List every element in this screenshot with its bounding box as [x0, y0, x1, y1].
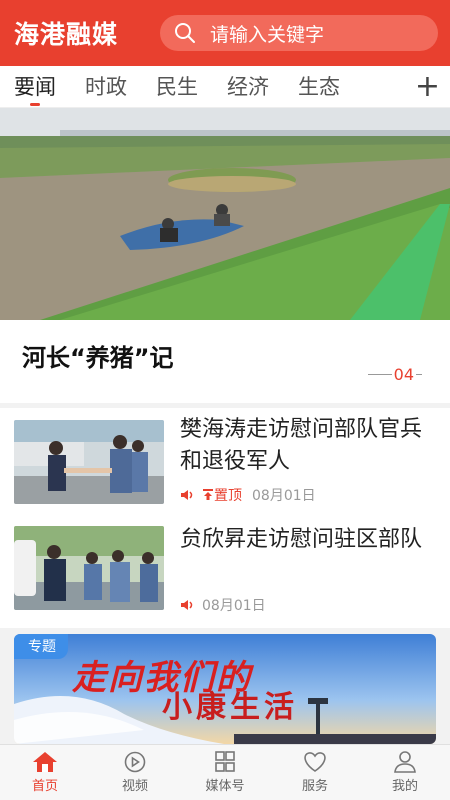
tab-headlines[interactable]: 要闻: [14, 66, 56, 108]
nav-media[interactable]: 媒体号: [180, 745, 270, 800]
pin-arrow-icon: [203, 489, 213, 500]
news-item[interactable]: 樊海涛走访慰问部队官兵和退役军人 置顶 08月01日: [0, 408, 450, 518]
tab-ecology[interactable]: 生态: [298, 66, 340, 108]
tab-livelihood[interactable]: 民生: [156, 66, 198, 108]
nav-home[interactable]: 首页: [0, 745, 90, 800]
user-icon: [394, 751, 416, 773]
speaker-icon[interactable]: [180, 489, 194, 501]
news-title: 贠欣昇走访慰问驻区部队: [180, 527, 423, 552]
nav-media-label: 媒体号: [205, 779, 245, 794]
nav-home-label: 首页: [31, 779, 58, 794]
news-item[interactable]: 贠欣昇走访慰问驻区部队 08月01日: [0, 518, 450, 628]
grid-icon: [215, 751, 235, 772]
search-placeholder: 请输入关键字: [210, 23, 325, 46]
hero-page-indicator: 04: [368, 365, 422, 384]
topic-banner[interactable]: 专题 走向我们的 小康生活: [14, 634, 436, 744]
pinned-badge: 置顶: [202, 485, 242, 505]
heart-icon: [304, 752, 326, 772]
news-title: 樊海涛走访慰问部队官兵和退役军人: [180, 417, 423, 474]
nav-profile-label: 我的: [391, 779, 418, 794]
app-header: 海港融媒 请输入关键字: [0, 0, 450, 66]
hero-caption[interactable]: 河长“养猪”记 04: [0, 320, 450, 403]
channel-tabs: 要闻 时政 民生 经济 生态 +: [0, 66, 450, 108]
tab-economy[interactable]: 经济: [227, 66, 269, 108]
news-meta: 置顶 08月01日: [180, 485, 316, 505]
news-meta: 08月01日: [180, 595, 266, 615]
news-thumbnail: [14, 420, 164, 504]
hero-image[interactable]: [0, 108, 450, 320]
nav-profile[interactable]: 我的: [360, 745, 450, 800]
pinned-label: 置顶: [214, 488, 242, 504]
home-icon: [33, 752, 57, 772]
speaker-icon[interactable]: [180, 599, 194, 611]
app-title: 海港融媒: [14, 20, 119, 49]
search-icon: [175, 23, 195, 43]
hero-title: 河长“养猪”记: [22, 344, 174, 372]
tab-politics[interactable]: 时政: [85, 66, 127, 108]
topic-subheadline: 小康生活: [162, 690, 298, 725]
topic-badge: 专题: [14, 634, 68, 659]
search-input[interactable]: 请输入关键字: [160, 15, 438, 51]
news-thumbnail: [14, 526, 164, 610]
bottom-nav: 首页 视频 媒体号 服务 我的: [0, 744, 450, 800]
news-date: 08月01日: [252, 488, 316, 504]
nav-video[interactable]: 视频: [90, 745, 180, 800]
nav-service[interactable]: 服务: [270, 745, 360, 800]
nav-service-label: 服务: [301, 779, 328, 794]
news-date: 08月01日: [202, 598, 266, 614]
video-icon: [124, 751, 146, 773]
plus-icon[interactable]: +: [415, 70, 440, 104]
nav-video-label: 视频: [121, 779, 148, 794]
